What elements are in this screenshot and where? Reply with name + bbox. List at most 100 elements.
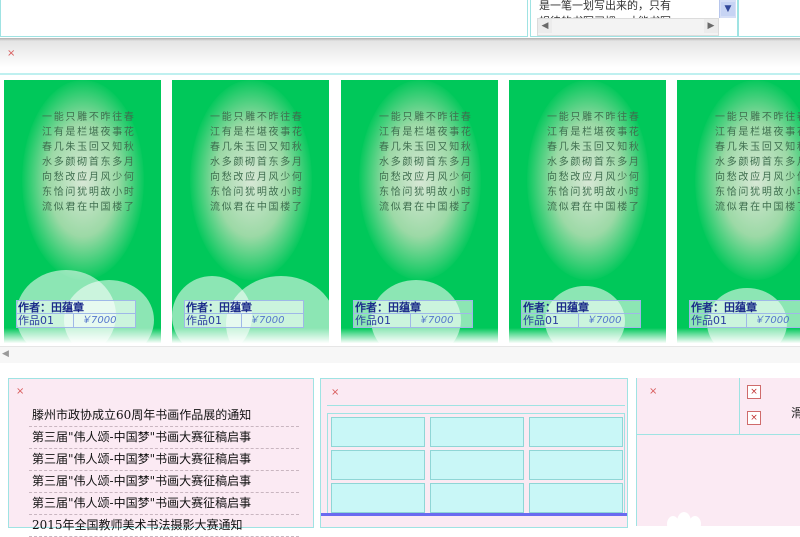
calligraphy-column: 春花秋月何时了: [291, 112, 302, 213]
scroll-left-button[interactable]: ◀: [538, 19, 552, 33]
close-icon[interactable]: ×: [7, 49, 17, 59]
artwork-card[interactable]: 春花秋月何时了往事知多少小楼昨夜又东风故国不堪回首月明中雕栏玉砌应犹在只是朱颜改…: [509, 80, 666, 343]
thumbnail-cell[interactable]: [430, 417, 524, 447]
divider: [241, 314, 242, 327]
vertical-scrollbar[interactable]: ▼: [719, 0, 736, 18]
broken-image-icon: ×: [747, 385, 761, 399]
calligraphy-column: 不堪回首月明中: [88, 112, 99, 213]
broken-image-icon: ×: [747, 411, 761, 425]
calligraphy-column: 雕栏玉砌应犹在: [750, 112, 761, 213]
calligraphy-column: 只是朱颜改问君: [570, 112, 581, 213]
calligraphy-column: 只是朱颜改问君: [233, 112, 244, 213]
news-item[interactable]: 第三届"伟人颂-中国梦"书画大赛征稿启事: [29, 427, 299, 449]
calligraphy-column: 一江春水向东流: [379, 112, 389, 213]
artwork-price: ￥7000: [418, 315, 454, 326]
artwork-info: 作者：田蕴章 作品01 ￥7000: [184, 300, 304, 328]
excerpt-line: 是一笔一划写出来的，只有: [539, 0, 671, 12]
calligraphy-column: 能有几多愁恰似: [558, 112, 569, 213]
artwork-info: 作者：田蕴章 作品01 ￥7000: [353, 300, 473, 328]
artwork-title: 作品01: [18, 314, 54, 327]
right-subpanel: ×: [637, 378, 740, 435]
calligraphy-column: 往事知多少小楼: [617, 112, 628, 213]
artwork-title: 作品01: [523, 314, 559, 327]
calligraphy-column: 昨夜又东风故国: [773, 112, 784, 213]
news-list: 滕州市政协成立60周年书画作品展的通知 第三届"伟人颂-中国梦"书画大赛征稿启事…: [29, 405, 299, 537]
top-left-panel: [0, 0, 528, 37]
calligraphy-text: 春花秋月何时了往事知多少小楼昨夜又东风故国不堪回首月明中雕栏玉砌应犹在只是朱颜改…: [379, 110, 471, 280]
artwork-card[interactable]: 春花秋月何时了往事知多少小楼昨夜又东风故国不堪回首月明中雕栏玉砌应犹在只是朱颜改…: [677, 80, 800, 343]
calligraphy-text: 春花秋月何时了往事知多少小楼昨夜又东风故国不堪回首月明中雕栏玉砌应犹在只是朱颜改…: [210, 110, 302, 280]
calligraphy-column: 能有几多愁恰似: [390, 112, 401, 213]
calligraphy-column: 雕栏玉砌应犹在: [414, 112, 425, 213]
artwork-price: ￥7000: [81, 315, 117, 326]
gallery-scrollbar[interactable]: ◀: [0, 346, 800, 363]
news-item[interactable]: 第三届"伟人颂-中国梦"书画大赛征稿启事: [29, 471, 299, 493]
top-right-edge-panel: [738, 0, 800, 37]
scroll-left-button[interactable]: ◀: [2, 349, 9, 359]
artwork-price: ￥7000: [754, 315, 790, 326]
artwork-info: 作者：田蕴章 作品01 ￥7000: [689, 300, 800, 328]
thumbnail-cell[interactable]: [529, 450, 623, 480]
artwork-card[interactable]: 春花秋月何时了往事知多少小楼昨夜又东风故国不堪回首月明中雕栏玉砌应犹在只是朱颜改…: [4, 80, 161, 343]
calligraphy-column: 只是朱颜改问君: [402, 112, 413, 213]
calligraphy-column: 春花秋月何时了: [460, 112, 471, 213]
scroll-down-button[interactable]: ▼: [721, 2, 735, 16]
calligraphy-column: 不堪回首月明中: [425, 112, 436, 213]
calligraphy-text: 春花秋月何时了往事知多少小楼昨夜又东风故国不堪回首月明中雕栏玉砌应犹在只是朱颜改…: [42, 110, 134, 280]
calligraphy-column: 一江春水向东流: [42, 112, 52, 213]
calligraphy-column: 一江春水向东流: [715, 112, 725, 213]
news-panel: × 滕州市政协成立60周年书画作品展的通知 第三届"伟人颂-中国梦"书画大赛征稿…: [8, 378, 314, 537]
calligraphy-column: 不堪回首月明中: [593, 112, 604, 213]
horizontal-scrollbar[interactable]: ◀ ▶: [537, 18, 719, 36]
calligraphy-column: 往事知多少小楼: [785, 112, 796, 213]
divider: [73, 314, 74, 327]
thumbnail-cell[interactable]: [529, 417, 623, 447]
calligraphy-column: 只是朱颜改问君: [738, 112, 749, 213]
news-item[interactable]: 第三届"伟人颂-中国梦"书画大赛征稿启事: [29, 449, 299, 471]
thumbnail-grid-panel: ×: [320, 378, 628, 528]
artwork-gallery: 春花秋月何时了 往事知多少小楼 昨夜又东风故国 不堪回首月明中 雕栏玉砌应犹在 只是朱颜改…: [0, 76, 800, 344]
close-icon[interactable]: ×: [331, 388, 341, 398]
thumbnail-cell[interactable]: [430, 483, 524, 513]
calligraphy-column: 不堪回首月明中: [761, 112, 772, 213]
calligraphy-column: 往事知多少小楼: [449, 112, 460, 213]
thumbnail-grid: [327, 413, 625, 515]
calligraphy-column: 一江春水向东流: [547, 112, 557, 213]
thumbnail-cell[interactable]: [331, 483, 425, 513]
calligraphy-column: 昨夜又东风故国: [100, 112, 111, 213]
calligraphy-column: 昨夜又东风故国: [268, 112, 279, 213]
decorative-cloud: [689, 516, 701, 532]
artwork-card[interactable]: 春花秋月何时了往事知多少小楼昨夜又东风故国不堪回首月明中雕栏玉砌应犹在只是朱颜改…: [172, 80, 329, 343]
accent-bar: [321, 513, 627, 516]
calligraphy-column: 春花秋月何时了: [628, 112, 639, 213]
news-item[interactable]: 滕州市政协成立60周年书画作品展的通知: [29, 405, 299, 427]
close-icon[interactable]: ×: [649, 387, 659, 397]
top-right-text-panel: 是一笔一划写出来的，只有 规律的书写习惯，才能书写 ▼ ◀ ▶: [530, 0, 738, 37]
calligraphy-column: 往事知多少小楼: [112, 112, 123, 213]
artwork-price: ￥7000: [249, 315, 285, 326]
thumbnail-cell[interactable]: [331, 417, 425, 447]
section-divider: ×: [0, 38, 800, 74]
thumbnail-cell[interactable]: [331, 450, 425, 480]
calligraphy-column: 春花秋月何时了: [123, 112, 134, 213]
truncated-text: 滑: [791, 406, 800, 420]
calligraphy-column: 昨夜又东风故国: [437, 112, 448, 213]
divider: [578, 314, 579, 327]
grid-header-line: [327, 405, 625, 406]
artwork-title: 作品01: [691, 314, 727, 327]
close-icon[interactable]: ×: [16, 387, 26, 397]
artwork-price: ￥7000: [586, 315, 622, 326]
calligraphy-column: 一江春水向东流: [210, 112, 220, 213]
artwork-info: 作者：田蕴章 作品01 ￥7000: [521, 300, 641, 328]
artwork-card[interactable]: 春花秋月何时了往事知多少小楼昨夜又东风故国不堪回首月明中雕栏玉砌应犹在只是朱颜改…: [341, 80, 498, 343]
news-item[interactable]: 2015年全国教师美术书法摄影大赛通知: [29, 515, 299, 537]
calligraphy-text: 春花秋月何时了往事知多少小楼昨夜又东风故国不堪回首月明中雕栏玉砌应犹在只是朱颜改…: [547, 110, 639, 280]
calligraphy-column: 雕栏玉砌应犹在: [245, 112, 256, 213]
news-item[interactable]: 第三届"伟人颂-中国梦"书画大赛征稿启事: [29, 493, 299, 515]
scroll-right-button[interactable]: ▶: [704, 19, 718, 33]
artwork-title: 作品01: [186, 314, 222, 327]
calligraphy-column: 能有几多愁恰似: [53, 112, 64, 213]
calligraphy-column: 昨夜又东风故国: [605, 112, 616, 213]
thumbnail-cell[interactable]: [529, 483, 623, 513]
thumbnail-cell[interactable]: [430, 450, 524, 480]
